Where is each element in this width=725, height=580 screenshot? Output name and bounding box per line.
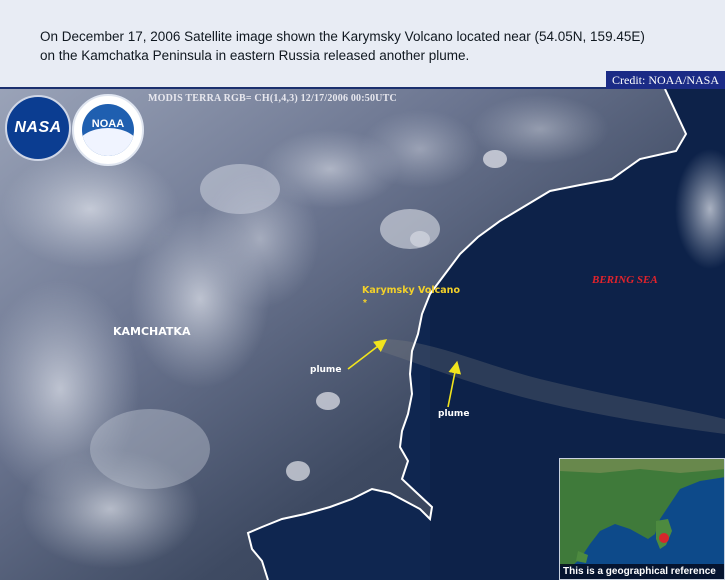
bering-sea-label: BERING SEA	[592, 274, 658, 286]
caption-line-1: On December 17, 2006 Satellite image sho…	[40, 29, 645, 44]
inset-location-marker	[659, 533, 669, 543]
noaa-logo-text: NOAA	[91, 118, 125, 130]
caption-bar: On December 17, 2006 Satellite image sho…	[0, 0, 725, 89]
plume-label-left: plume	[310, 365, 342, 375]
karymsky-volcano-label: Karymsky Volcano	[362, 285, 460, 296]
inset-caption: This is a geographical reference	[560, 564, 724, 579]
noaa-emblem: NOAA	[82, 104, 134, 156]
credit-badge: Credit: NOAA/NASA	[606, 71, 725, 89]
nasa-logo-text: NASA	[14, 119, 62, 136]
caption-line-2: on the Kamchatka Peninsula in eastern Ru…	[40, 48, 470, 63]
asterisk-icon: *	[363, 298, 367, 309]
inset-map-svg	[560, 459, 724, 579]
nasa-logo-icon: NASA	[5, 95, 71, 161]
image-caption: On December 17, 2006 Satellite image sho…	[40, 27, 690, 65]
noaa-logo-icon: NOAA	[72, 94, 144, 166]
plume-label-right: plume	[438, 409, 470, 419]
kamchatka-label: KAMCHATKA	[113, 325, 191, 338]
geographical-reference-inset: This is a geographical reference	[559, 458, 725, 580]
modis-header: MODIS TERRA RGB= CH(1,4,3) 12/17/2006 00…	[148, 93, 397, 104]
